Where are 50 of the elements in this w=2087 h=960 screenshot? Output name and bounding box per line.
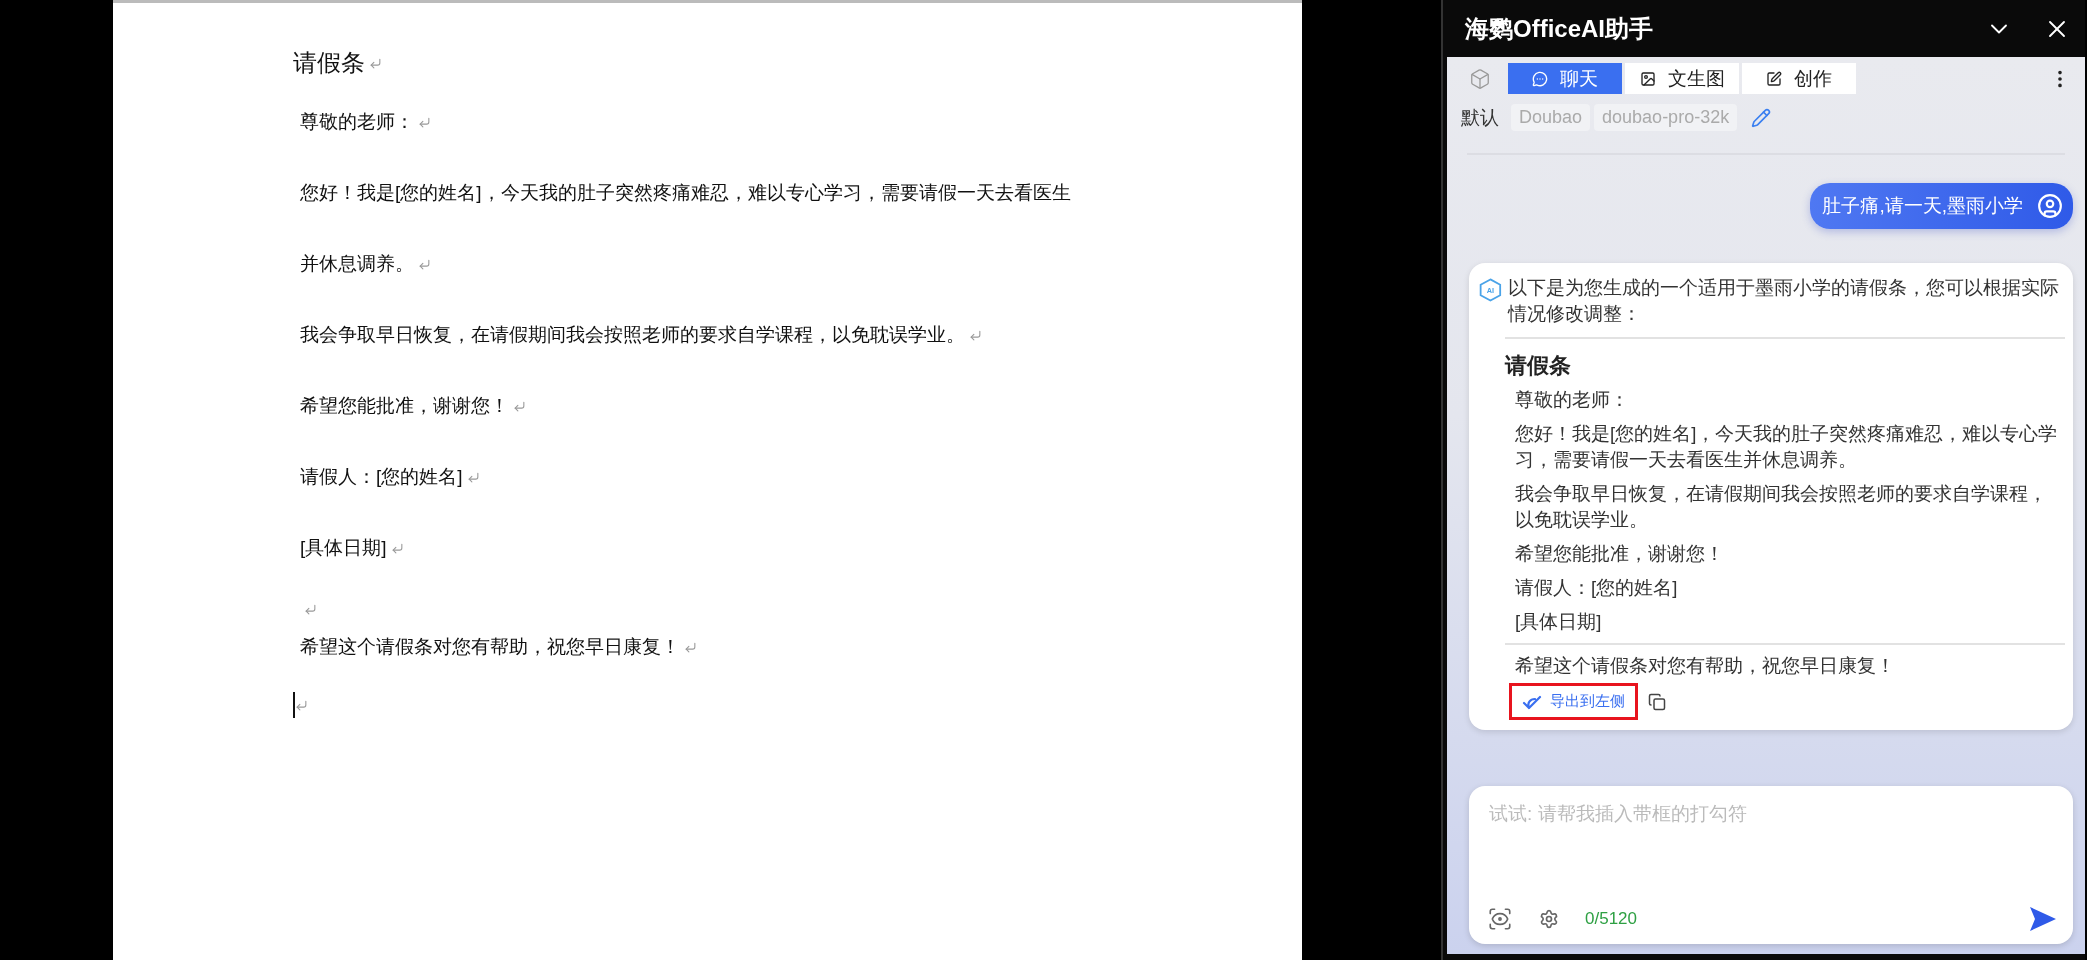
document-paragraph: 请假人：[您的姓名] — [300, 465, 463, 489]
image-icon — [1639, 70, 1656, 87]
document-paragraph: 您好！我是[您的姓名]，今天我的肚子突然疼痛难忍，难以专心学习，需要请假一天去看医生 — [300, 181, 1071, 205]
character-counter: 0/5120 — [1585, 909, 1637, 929]
paragraph-mark-icon — [513, 399, 526, 413]
document-paragraph: 尊敬的老师： — [300, 110, 414, 134]
letter-heading: 请假条 — [1503, 352, 1572, 380]
letter-paragraph: 希望您能批准，谢谢您！ — [1514, 542, 1725, 566]
mode-tab[interactable]: 聊天 — [1508, 63, 1622, 94]
paragraph-mark-icon — [418, 115, 431, 129]
panel-title: 海鹦OfficeAI助手 — [1465, 13, 1654, 44]
model-label: 默认 — [1461, 105, 1499, 130]
document-paragraph: 我会争取早日恢复，在请假期间我会按照老师的要求自学课程，以免耽误学业。 — [300, 323, 965, 347]
chat-icon — [1532, 70, 1548, 87]
document-paragraph: [具体日期] — [300, 536, 387, 560]
paragraph-mark-icon — [969, 328, 982, 342]
paragraph-mark-icon — [418, 257, 431, 271]
copy-icon[interactable] — [1648, 692, 1666, 711]
send-icon[interactable] — [2029, 906, 2057, 932]
user-avatar-icon — [2037, 193, 2063, 219]
paragraph-mark-icon — [369, 56, 382, 70]
chat-input-field[interactable]: 试试: 请帮我插入带框的打勾符 — [1487, 802, 2057, 826]
ai-logo-icon: AI — [1479, 275, 1502, 305]
paragraph-mark-icon — [466, 470, 480, 484]
edit-icon[interactable] — [1751, 107, 1772, 128]
export-button[interactable]: 导出到左侧 — [1509, 683, 1638, 720]
document-title: 请假条 — [293, 48, 365, 78]
document-paragraph: 希望您能批准，谢谢您！ — [300, 394, 509, 418]
closing-text: 希望这个请假条对您有帮助，祝您早日康复！ — [1514, 654, 1896, 678]
assistant-intro-text: 以下是为您生成的一个适用于墨雨小学的请假条，您可以根据实际情况修改调整： — [1507, 276, 2060, 326]
letter-paragraph: [具体日期] — [1514, 610, 1603, 634]
paragraph-mark-icon — [684, 640, 697, 654]
document-paragraph: 并休息调养。 — [300, 252, 414, 276]
document-paragraph: 希望这个请假条对您有帮助，祝您早日康复！ — [300, 635, 680, 659]
text-cursor — [293, 692, 295, 718]
edit-icon — [1766, 70, 1782, 87]
letter-paragraph: 您好！我是[您的姓名]，今天我的肚子突然疼痛难忍，难以专心学习，需要请假一天去看医生并休息调养。 — [1514, 422, 2059, 472]
letter-paragraph: 请假人：[您的姓名] — [1514, 576, 1679, 600]
letter-paragraph: 尊敬的老师： — [1514, 388, 1630, 412]
mode-tab[interactable]: 创作 — [1742, 63, 1856, 94]
letter-paragraph: 我会争取早日恢复，在请假期间我会按照老师的要求自学课程，以免耽误学业。 — [1514, 482, 2048, 532]
user-message-bubble: 肚子痛,请一天,墨雨小学 — [1810, 183, 2073, 229]
chat-input-box[interactable]: 试试: 请帮我插入带框的打勾符 0/5120 — [1469, 786, 2073, 944]
paragraph-mark-icon — [390, 541, 404, 555]
mode-tab[interactable]: 文生图 — [1625, 63, 1739, 94]
export-icon — [1522, 693, 1542, 710]
paragraph-mark-icon — [294, 698, 308, 712]
screenshot-icon[interactable] — [1487, 906, 1513, 932]
settings-icon[interactable] — [1539, 909, 1559, 929]
paragraph-mark-icon — [304, 602, 317, 616]
